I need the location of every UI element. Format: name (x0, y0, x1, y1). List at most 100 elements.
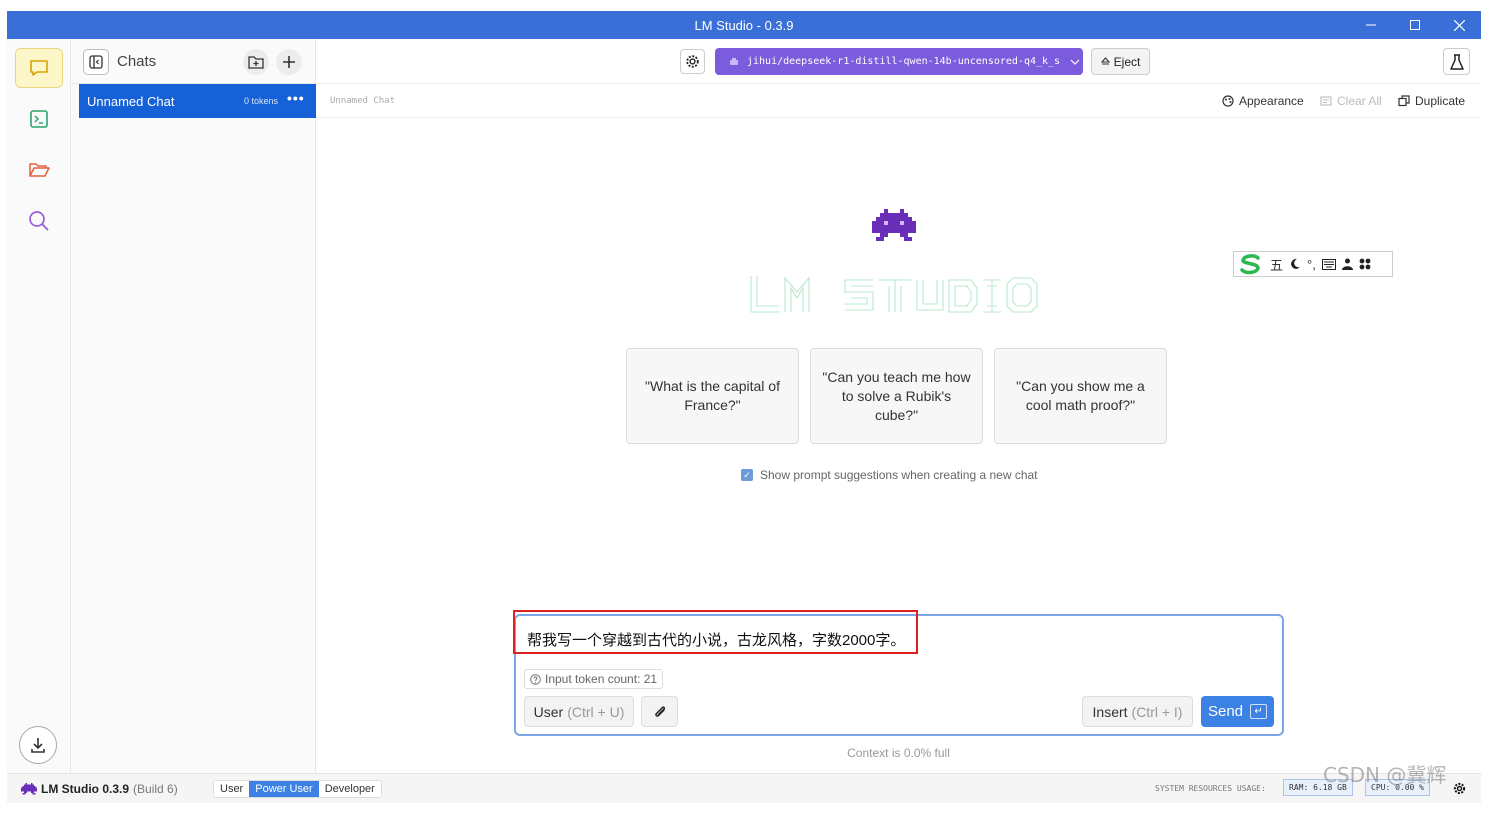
maximize-icon (1410, 20, 1420, 30)
ime-punct-label[interactable]: °, (1307, 257, 1316, 272)
enter-key-icon: ↵ (1250, 704, 1268, 719)
app-version: LM Studio 0.3.9 (Build 6) (21, 782, 178, 796)
system-resources-label: SYSTEM RESOURCES USAGE: (1155, 784, 1266, 793)
sogou-logo-icon (1240, 254, 1260, 275)
title-bar: LM Studio - 0.3.9 (7, 11, 1481, 39)
user-icon[interactable] (1341, 258, 1353, 270)
ime-mode-label[interactable]: 五 (1270, 255, 1283, 274)
mode-user[interactable]: User (214, 781, 250, 797)
model-settings-button[interactable] (680, 49, 705, 74)
annotation-highlight-box (513, 610, 918, 654)
appearance-button[interactable]: Appearance (1222, 94, 1304, 108)
duplicate-button[interactable]: Duplicate (1398, 94, 1465, 108)
eject-button[interactable]: Eject (1091, 48, 1150, 75)
minimize-icon (1366, 24, 1376, 26)
lmstudio-logo-icon (21, 782, 37, 795)
chats-label: Chats (117, 53, 157, 70)
status-bar: LM Studio 0.3.9 (Build 6) User Power Use… (7, 773, 1481, 803)
minimize-button[interactable] (1349, 11, 1393, 39)
mode-power-user[interactable]: Power User (249, 781, 319, 797)
new-folder-icon (248, 56, 264, 69)
gear-icon (686, 55, 699, 68)
eject-icon (1100, 57, 1110, 65)
watermark: CSDN @冀辉 (1323, 763, 1447, 787)
chat-item-more-button[interactable]: ••• (287, 90, 305, 106)
chat-icon (30, 60, 48, 76)
download-button[interactable] (19, 726, 57, 764)
send-label: Send (1207, 703, 1244, 720)
paperclip-icon (654, 705, 665, 717)
duplicate-icon (1398, 95, 1410, 107)
ime-toolbar[interactable]: 五 °, (1233, 251, 1393, 277)
experimental-button[interactable] (1443, 48, 1470, 75)
context-usage: Context is 0.0% full (847, 746, 950, 760)
insert-button[interactable]: Insert (Ctrl + I) (1082, 696, 1193, 727)
role-user-button[interactable]: User (Ctrl + U) (524, 696, 634, 727)
new-folder-button[interactable] (243, 49, 269, 75)
clear-all-button[interactable]: Clear All (1320, 94, 1382, 108)
clear-all-label: Clear All (1337, 94, 1382, 108)
chat-list-panel: Chats Unnamed Chat 0 tokens ••• (71, 39, 316, 773)
rail-search-button[interactable] (15, 201, 63, 241)
show-suggestions-toggle[interactable]: ✓ Show prompt suggestions when creating … (741, 468, 1038, 482)
chat-item-name: Unnamed Chat (87, 94, 175, 109)
download-icon (31, 738, 45, 753)
insert-label: Insert (1092, 703, 1128, 720)
insert-shortcut-hint: (Ctrl + I) (1131, 703, 1183, 720)
close-window-button[interactable] (1437, 11, 1481, 39)
window-title: LM Studio - 0.3.9 (694, 18, 794, 33)
moon-icon[interactable] (1289, 258, 1301, 270)
flask-icon (1449, 53, 1464, 70)
role-label: User (533, 703, 564, 720)
keyboard-icon[interactable] (1321, 258, 1336, 270)
role-shortcut-hint: (Ctrl + U) (567, 703, 625, 720)
toggle-sidebar-button[interactable] (83, 49, 109, 75)
attach-button[interactable] (641, 696, 678, 727)
nav-rail (7, 39, 71, 773)
suggestion-card-1[interactable]: "What is the capital of France?" (626, 348, 799, 444)
model-toolbar: jihui/deepseek-r1-distill-qwen-14b-uncen… (316, 39, 1481, 84)
chat-subheader: Unnamed Chat Appearance Clear All Duplic… (316, 84, 1481, 118)
message-composer: 帮我写一个穿越到古代的小说，古龙风格，字数2000字。 Input token … (513, 610, 1284, 736)
sidebar-toggle-icon (89, 55, 103, 69)
search-icon (29, 211, 49, 231)
terminal-icon (30, 110, 48, 128)
input-token-count-label: Input token count: 21 (545, 672, 658, 686)
plus-icon (283, 56, 295, 68)
palette-icon (1222, 95, 1234, 107)
chat-item-tokens: 0 tokens (244, 96, 279, 106)
duplicate-label: Duplicate (1415, 94, 1466, 108)
input-token-count: Input token count: 21 (524, 669, 664, 689)
suggestion-card-3[interactable]: "Can you show me a cool math proof?" (994, 348, 1167, 444)
model-icon (730, 57, 738, 65)
app-name-version: LM Studio 0.3.9 (41, 782, 130, 796)
new-chat-button[interactable] (276, 49, 302, 75)
chat-title-crumb: Unnamed Chat (330, 96, 396, 106)
app-build: (Build 6) (133, 782, 178, 796)
rail-models-button[interactable] (15, 150, 63, 190)
folder-icon (29, 163, 50, 177)
model-name: jihui/deepseek-r1-distill-qwen-14b-uncen… (747, 56, 1061, 67)
send-button[interactable]: Send ↵ (1201, 696, 1274, 727)
chevron-down-icon (1070, 59, 1080, 65)
chat-list-header: Chats (71, 39, 316, 84)
help-circle-icon (530, 673, 541, 685)
rail-chat-button[interactable] (15, 48, 63, 88)
checkbox-checked-icon[interactable]: ✓ (741, 469, 753, 481)
chat-list-item[interactable]: Unnamed Chat 0 tokens ••• (79, 84, 316, 118)
suggestion-card-2[interactable]: "Can you teach me how to solve a Rubik's… (810, 348, 983, 444)
chat-main: jihui/deepseek-r1-distill-qwen-14b-uncen… (316, 39, 1481, 773)
model-selector[interactable]: jihui/deepseek-r1-distill-qwen-14b-uncen… (715, 48, 1083, 75)
rail-developer-button[interactable] (15, 99, 63, 139)
settings-gear-icon[interactable] (1453, 782, 1466, 795)
eject-label: Eject (1113, 54, 1141, 69)
mode-developer[interactable]: Developer (318, 781, 381, 797)
lmstudio-mascot-icon (872, 209, 916, 241)
appearance-label: Appearance (1239, 94, 1304, 108)
maximize-button[interactable] (1393, 11, 1437, 39)
clear-icon (1320, 96, 1332, 106)
lmstudio-ascii-logo (750, 276, 1038, 313)
app-window: LM Studio - 0.3.9 Chats Unnamed Chat 0 t… (7, 11, 1481, 803)
close-icon (1453, 19, 1465, 31)
apps-grid-icon[interactable] (1359, 258, 1371, 270)
